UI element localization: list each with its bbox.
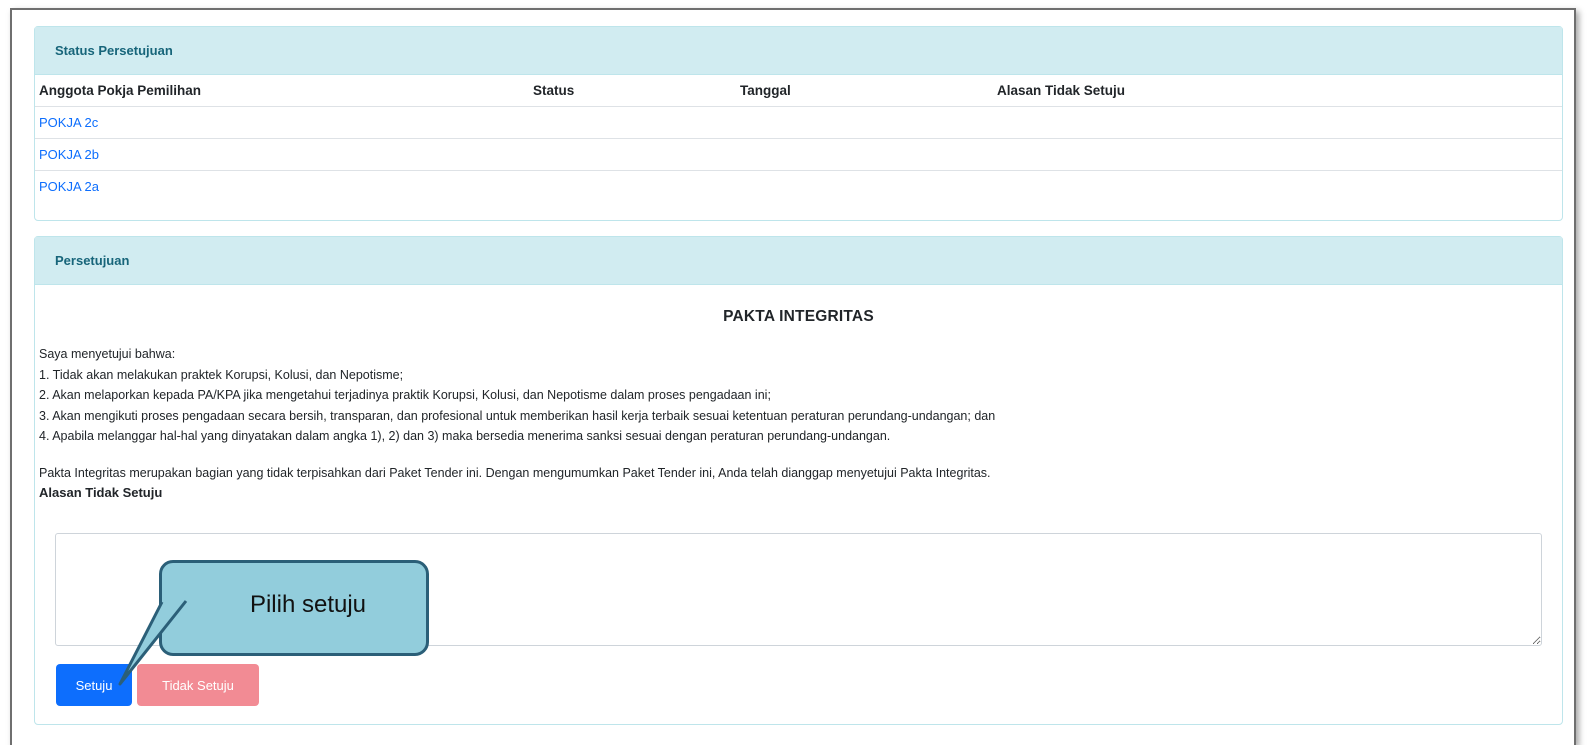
date-cell [736,171,993,203]
callout-bubble: Pilih setuju [159,560,429,656]
callout-pointer-icon [118,600,188,686]
reason-cell [993,138,1562,171]
persetujuan-body: PAKTA INTEGRITAS Saya menyetujui bahwa: … [35,285,1562,725]
col-alasan-header: Alasan Tidak Setuju [993,75,1562,107]
member-cell: POKJA 2a [35,171,529,203]
persetujuan-panel-title: Persetujuan [35,237,1562,285]
pakta-statement: Saya menyetujui bahwa: 1. Tidak akan mel… [39,344,995,447]
col-anggota-header: Anggota Pokja Pemilihan [35,75,529,107]
member-cell: POKJA 2c [35,106,529,139]
table-row: POKJA 2c [35,106,1562,139]
pakta-integritas-title: PAKTA INTEGRITAS [723,308,874,325]
status-panel-title: Status Persetujuan [35,27,1562,75]
status-cell [529,171,736,203]
table-header-row: Anggota Pokja Pemilihan Status Tanggal A… [35,75,1562,107]
member-link[interactable]: POKJA 2b [39,147,99,162]
table-row: POKJA 2b [35,138,1562,171]
approval-status-table: Anggota Pokja Pemilihan Status Tanggal A… [35,75,1562,202]
member-link[interactable]: POKJA 2a [39,179,99,194]
member-link[interactable]: POKJA 2c [39,115,98,130]
table-row: POKJA 2a [35,171,1562,203]
pakta-intro: Saya menyetujui bahwa: [39,347,176,361]
pakta-item-4: 4. Apabila melanggar hal-hal yang dinyat… [39,429,891,443]
status-persetujuan-panel: Status Persetujuan Anggota Pokja Pemilih… [34,26,1563,221]
date-cell [736,106,993,139]
status-cell [529,106,736,139]
pakta-item-3: 3. Akan mengikuti proses pengadaan secar… [39,408,996,423]
reason-label: Alasan Tidak Setuju [39,485,163,500]
date-cell [736,138,993,171]
pakta-item-1: 1. Tidak akan melakukan praktek Korupsi,… [39,367,404,382]
reason-cell [993,171,1562,203]
col-tanggal-header: Tanggal [736,75,993,107]
member-cell: POKJA 2b [35,138,529,171]
callout-text: Pilih setuju [249,591,367,618]
status-cell [529,138,736,171]
pakta-item-2: 2. Akan melaporkan kepada PA/KPA jika me… [39,388,771,402]
reason-cell [993,106,1562,139]
pakta-note: Pakta Integritas merupakan bagian yang t… [39,466,991,480]
col-status-header: Status [529,75,736,107]
